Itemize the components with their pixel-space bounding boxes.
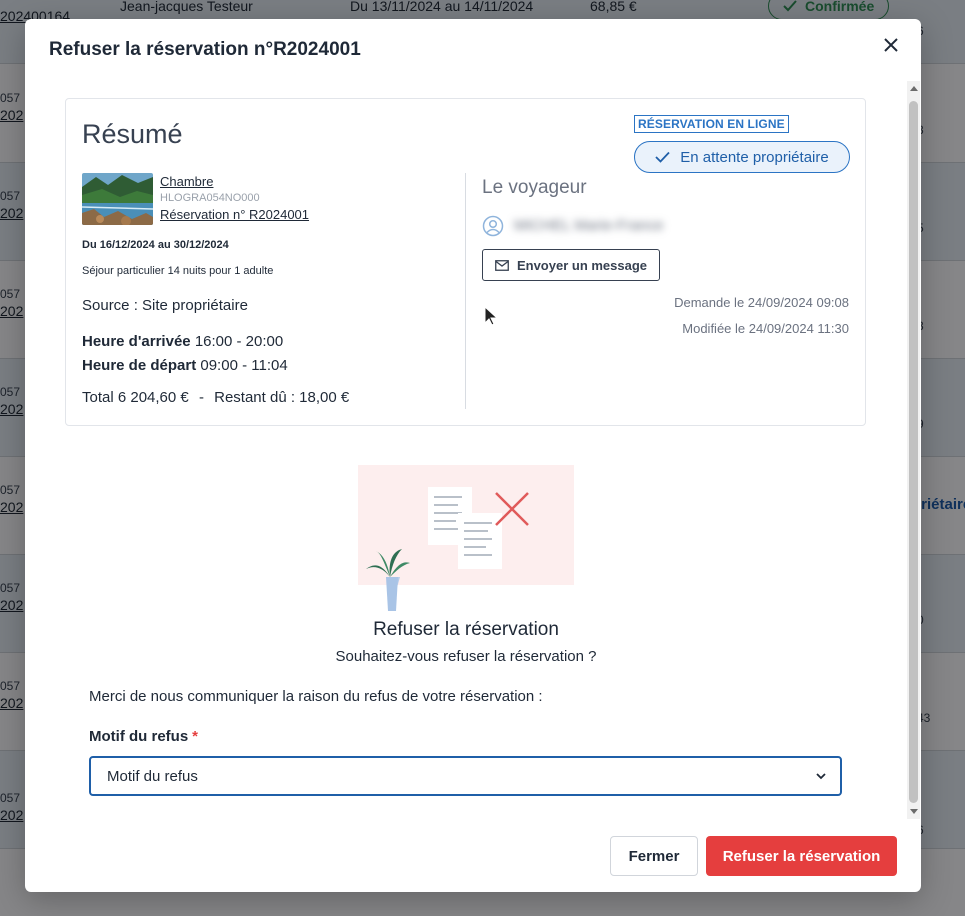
requested-date: Demande le 24/09/2024 09:08 [674, 295, 849, 310]
departure-time: Heure de départ 09:00 - 11:04 [82, 357, 288, 374]
total-amount: Total 6 204,60 € [82, 389, 189, 406]
arrival-time: Heure d'arrivée 16:00 - 20:00 [82, 333, 283, 350]
room-thumbnail [82, 173, 153, 225]
reason-select[interactable]: Motif du refus [89, 756, 842, 796]
status-label: En attente propriétaire [680, 148, 829, 166]
stay-description: Séjour particulier 14 nuits pour 1 adult… [82, 265, 274, 277]
required-mark: * [192, 728, 198, 745]
reason-select-value: Motif du refus [107, 767, 198, 785]
traveler-title: Le voyageur [482, 177, 587, 198]
close-modal-button[interactable]: Fermer [610, 836, 698, 876]
totals: Total 6 204,60 € - Restant dû : 18,00 € [82, 389, 349, 406]
scroll-up-arrow[interactable] [910, 86, 918, 91]
stay-dates: Du 16/12/2024 au 30/12/2024 [82, 239, 229, 251]
departure-label: Heure de départ [82, 357, 197, 374]
modal-scrollbar[interactable] [907, 81, 920, 819]
check-icon [655, 151, 670, 163]
modified-date: Modifiée le 24/09/2024 11:30 [682, 321, 849, 336]
totals-separator: - [198, 389, 204, 406]
reservation-source: Source : Site propriétaire [82, 297, 248, 314]
room-link[interactable]: Chambre [160, 174, 213, 189]
refuse-illustration [358, 465, 574, 611]
reason-intro: Merci de nous communiquer la raison du r… [89, 688, 543, 705]
online-reservation-tag: RÉSERVATION EN LIGNE [634, 115, 789, 133]
close-icon [884, 38, 898, 52]
status-badge: En attente propriétaire [634, 141, 850, 173]
reason-label: Motif du refus * [89, 728, 198, 745]
room-code: HLOGRA054NO000 [160, 192, 260, 204]
mouse-cursor-icon [484, 306, 498, 326]
refuse-reservation-modal: Refuser la réservation n°R2024001 Résumé… [25, 19, 921, 892]
reservation-link[interactable]: Réservation n° R2024001 [160, 207, 309, 222]
summary-card: Résumé RÉSERVATION EN LIGNE En attente p… [65, 98, 866, 426]
remaining-amount: Restant dû : 18,00 € [214, 389, 350, 406]
summary-title: Résumé [82, 119, 183, 149]
user-icon [482, 215, 504, 237]
close-button[interactable] [879, 33, 903, 57]
column-divider [465, 173, 466, 409]
scroll-down-arrow[interactable] [910, 809, 918, 814]
arrival-label: Heure d'arrivée [82, 333, 191, 350]
scrollbar-thumb[interactable] [909, 101, 918, 803]
arrival-value: 16:00 - 20:00 [194, 333, 284, 350]
departure-value: 09:00 - 11:04 [200, 357, 288, 374]
refuse-reservation-button[interactable]: Refuser la réservation [706, 836, 897, 876]
chevron-down-icon [816, 773, 826, 780]
modal-body: Résumé RÉSERVATION EN LIGNE En attente p… [25, 81, 907, 819]
modal-title: Refuser la réservation n°R2024001 [49, 39, 361, 60]
send-message-button[interactable]: Envoyer un message [482, 249, 660, 281]
send-message-label: Envoyer un message [516, 257, 648, 273]
refuse-question: Souhaitez-vous refuser la réservation ? [335, 648, 597, 665]
mail-icon [495, 259, 509, 271]
reason-label-text: Motif du refus [89, 728, 189, 745]
refuse-title: Refuser la réservation [373, 619, 559, 640]
traveler-name: MICHEL Marie-France [514, 217, 664, 234]
